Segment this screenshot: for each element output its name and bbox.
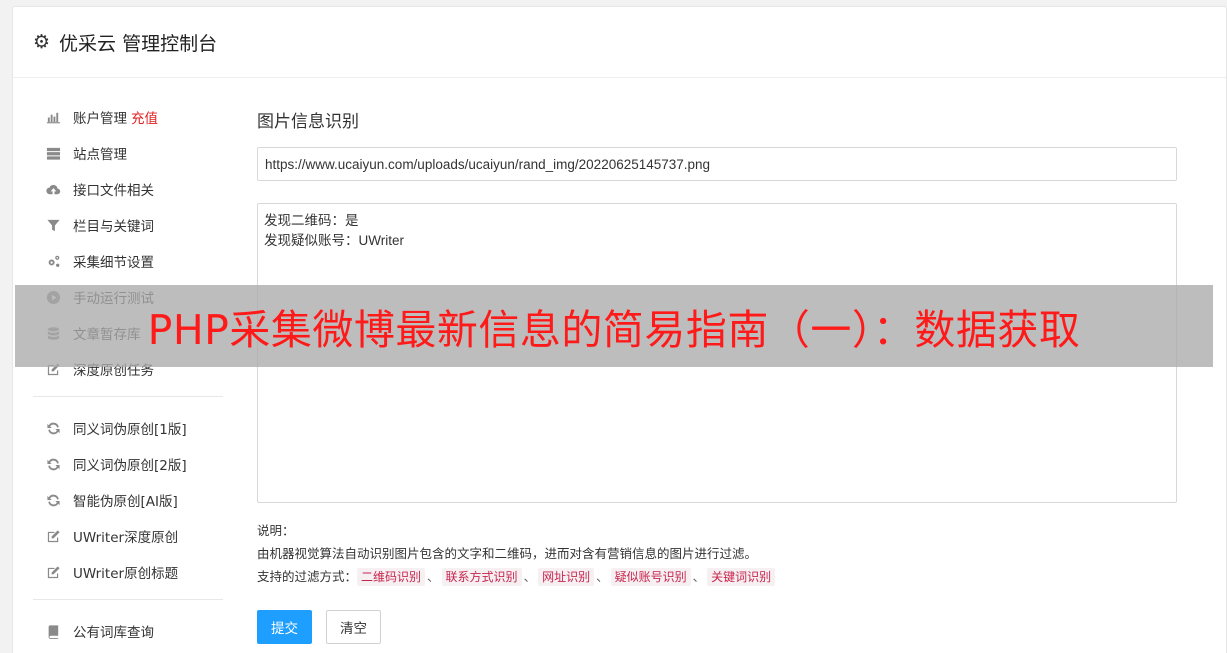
sidebar-item[interactable]: 公有词库查询: [33, 613, 223, 649]
bar-chart-icon: [45, 109, 61, 125]
refresh-icon: [45, 456, 61, 472]
console-header: ⚙ 优采云 管理控制台: [13, 7, 1226, 78]
server-icon: [45, 145, 61, 161]
sidebar-item[interactable]: 接口文件相关: [33, 171, 223, 207]
edit-icon: [45, 528, 61, 544]
sidebar-item[interactable]: 智能伪原创[AI版]: [33, 482, 223, 518]
sidebar-item-label: 公有词库查询: [73, 625, 154, 641]
sidebar-item[interactable]: 采集细节设置: [33, 243, 223, 279]
filter-separator: 、: [596, 569, 609, 584]
sidebar-item[interactable]: UWriter深度原创: [33, 518, 223, 554]
sidebar-item-label: 采集细节设置: [73, 255, 154, 271]
sidebar-item[interactable]: UWriter原创标题: [33, 554, 223, 590]
sidebar-item[interactable]: 同义词伪原创[1版]: [33, 410, 223, 446]
filter-tag: 关键词识别: [707, 568, 776, 586]
sidebar-item-label: 同义词伪原创[1版]: [73, 422, 187, 438]
filter-icon: [45, 217, 61, 233]
image-url-input[interactable]: [257, 147, 1177, 181]
notes-heading: 说明：: [257, 523, 295, 538]
notes-description: 由机器视觉算法自动识别图片包含的文字和二维码，进而对含有营销信息的图片进行过滤。: [257, 546, 758, 561]
title-overlay-banner: PHP采集微博最新信息的简易指南（一）：数据获取: [15, 285, 1213, 367]
sidebar-item-label: 同义词伪原创[2版]: [73, 458, 187, 474]
action-buttons: 提交 清空: [257, 610, 1177, 644]
filter-separator: 、: [523, 569, 537, 584]
sidebar-item-label: 智能伪原创[AI版]: [73, 494, 178, 510]
filters-label: 支持的过滤方式：: [257, 569, 358, 584]
filter-tag: 网址识别: [538, 568, 595, 586]
cogs-icon: [45, 253, 61, 269]
refresh-icon: [45, 492, 61, 508]
sidebar-item-label: 栏目与关键词: [73, 219, 154, 235]
page-title: 图片信息识别: [257, 112, 359, 132]
sidebar-item-label: 账户管理: [73, 111, 127, 127]
overlay-title: PHP采集微博最新信息的简易指南（一）：数据获取: [147, 306, 1081, 354]
sidebar-divider: [33, 396, 223, 397]
filter-tag: 联系方式识别: [441, 568, 522, 586]
sidebar-item[interactable]: 栏目与关键词: [33, 207, 223, 243]
notes-section: 说明： 由机器视觉算法自动识别图片包含的文字和二维码，进而对含有营销信息的图片进…: [257, 519, 1177, 588]
clear-button[interactable]: 清空: [326, 610, 381, 644]
sidebar-item[interactable]: 账户管理 充值: [33, 99, 223, 135]
edit-icon: [45, 564, 61, 580]
main-panel: 图片信息识别 说明： 由机器视觉算法自动识别图片包含的文字和二维码，进而对含有营…: [257, 107, 1177, 644]
filter-tag: 疑似账号识别: [610, 568, 691, 586]
recharge-link[interactable]: 充值: [131, 107, 158, 127]
sidebar-divider: [33, 599, 223, 600]
book-icon: [45, 623, 61, 639]
sidebar-nav: 账户管理充值站点管理接口文件相关栏目与关键词采集细节设置手动运行测试文章暂存库深…: [33, 99, 223, 649]
filter-tag: 二维码识别: [357, 568, 426, 586]
sidebar-item-label: UWriter深度原创: [73, 530, 179, 546]
filter-methods: 支持的过滤方式： 二维码识别、联系方式识别、网址识别、疑似账号识别、关键词识别: [257, 565, 1177, 588]
sidebar-item[interactable]: 站点管理: [33, 135, 223, 171]
submit-button[interactable]: 提交: [257, 610, 312, 644]
cloud-upload-icon: [45, 181, 61, 197]
sidebar-item-label: UWriter原创标题: [73, 566, 179, 582]
console-title: 优采云 管理控制台: [59, 32, 218, 55]
gear-icon: ⚙: [33, 30, 51, 53]
filter-separator: 、: [692, 569, 706, 584]
sidebar-item-label: 接口文件相关: [73, 183, 154, 199]
filter-tags: 二维码识别、联系方式识别、网址识别、疑似账号识别、关键词识别: [357, 568, 776, 586]
filter-separator: 、: [427, 569, 440, 584]
sidebar-item-label: 站点管理: [73, 147, 127, 163]
sidebar-item[interactable]: 同义词伪原创[2版]: [33, 446, 223, 482]
refresh-icon: [45, 420, 61, 436]
